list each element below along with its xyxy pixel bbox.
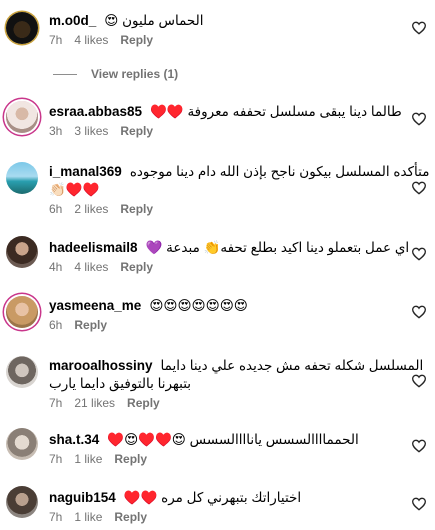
like-count[interactable]: 1 like — [74, 452, 102, 466]
comment-time: 3h — [49, 124, 63, 138]
comment-text: طالما دينا يبقى مسلسل تحففه معروفة ♥️♥️ — [150, 104, 402, 119]
like-heart-icon[interactable] — [411, 496, 427, 512]
comment-text: الحمماااالسسس ياناااالسسس 😍♥️♥️😍♥️ — [107, 432, 359, 447]
like-heart-icon[interactable] — [411, 438, 427, 454]
reply-button[interactable]: Reply — [120, 202, 153, 216]
view-replies-button[interactable]: View replies (1) — [53, 67, 178, 81]
username[interactable]: naguib154 — [49, 490, 116, 505]
reply-button[interactable]: Reply — [74, 318, 107, 332]
comment-time: 7h — [49, 452, 63, 466]
comment-text: الحماس مليون 😍 — [104, 13, 204, 28]
comment-text: 😍😍😍😍😍😍😍 — [149, 298, 248, 313]
like-heart-icon[interactable] — [411, 246, 427, 262]
comment-time: 4h — [49, 260, 63, 274]
comment-text: المسلسل شكله تحفه مش جديده علي دينا دايم… — [160, 358, 424, 373]
reply-button[interactable]: Reply — [127, 396, 160, 410]
comment-text-continued: بتبهرنا بالتوفيق دايما يارب — [49, 376, 192, 391]
avatar[interactable] — [6, 236, 38, 268]
comment-text: متأكده المسلسل بيكون ناجح بإذن الله دام … — [129, 164, 430, 179]
avatar[interactable] — [6, 356, 38, 388]
like-count[interactable]: 2 likes — [74, 202, 108, 216]
username[interactable]: sha.t.34 — [49, 432, 99, 447]
like-heart-icon[interactable] — [411, 111, 427, 127]
avatar[interactable] — [6, 486, 38, 518]
reply-button[interactable]: Reply — [120, 33, 153, 47]
username[interactable]: yasmeena_me — [49, 298, 141, 313]
replies-divider — [53, 74, 77, 76]
like-count[interactable]: 4 likes — [74, 260, 108, 274]
comment-text: اختياراتك بتبهرني كل مره ♥️♥️ — [123, 490, 302, 505]
username[interactable]: hadeelismail8 — [49, 240, 138, 255]
comment-time: 7h — [49, 510, 63, 524]
reply-button[interactable]: Reply — [120, 124, 153, 138]
avatar[interactable] — [6, 296, 38, 328]
username[interactable]: m.o0d_ — [49, 13, 96, 28]
like-count[interactable]: 3 likes — [74, 124, 108, 138]
like-count[interactable]: 21 likes — [74, 396, 115, 410]
comment-time: 7h — [49, 396, 63, 410]
username[interactable]: esraa.abbas85 — [49, 104, 142, 119]
comment-time: 7h — [49, 33, 63, 47]
avatar[interactable] — [6, 162, 38, 194]
username[interactable]: marooalhossiny — [49, 358, 153, 373]
like-count[interactable]: 4 likes — [74, 33, 108, 47]
comment-time: 6h — [49, 318, 63, 332]
avatar[interactable] — [6, 101, 38, 133]
comment-text-continued: ♥️♥️👏🏻 — [49, 182, 100, 197]
like-heart-icon[interactable] — [411, 20, 427, 36]
like-count[interactable]: 1 like — [74, 510, 102, 524]
avatar[interactable] — [6, 12, 38, 44]
reply-button[interactable]: Reply — [114, 452, 147, 466]
like-heart-icon[interactable] — [411, 304, 427, 320]
avatar[interactable] — [6, 428, 38, 460]
comment-time: 6h — [49, 202, 63, 216]
like-heart-icon[interactable] — [411, 180, 427, 196]
like-heart-icon[interactable] — [411, 373, 427, 389]
view-replies-label: View replies (1) — [91, 67, 179, 81]
username[interactable]: i_manal369 — [49, 164, 122, 179]
reply-button[interactable]: Reply — [120, 260, 153, 274]
reply-button[interactable]: Reply — [114, 510, 147, 524]
comment-text: اي عمل بتعملو دينا اكيد بطلع تحفه👏 مبدعة… — [145, 240, 410, 255]
